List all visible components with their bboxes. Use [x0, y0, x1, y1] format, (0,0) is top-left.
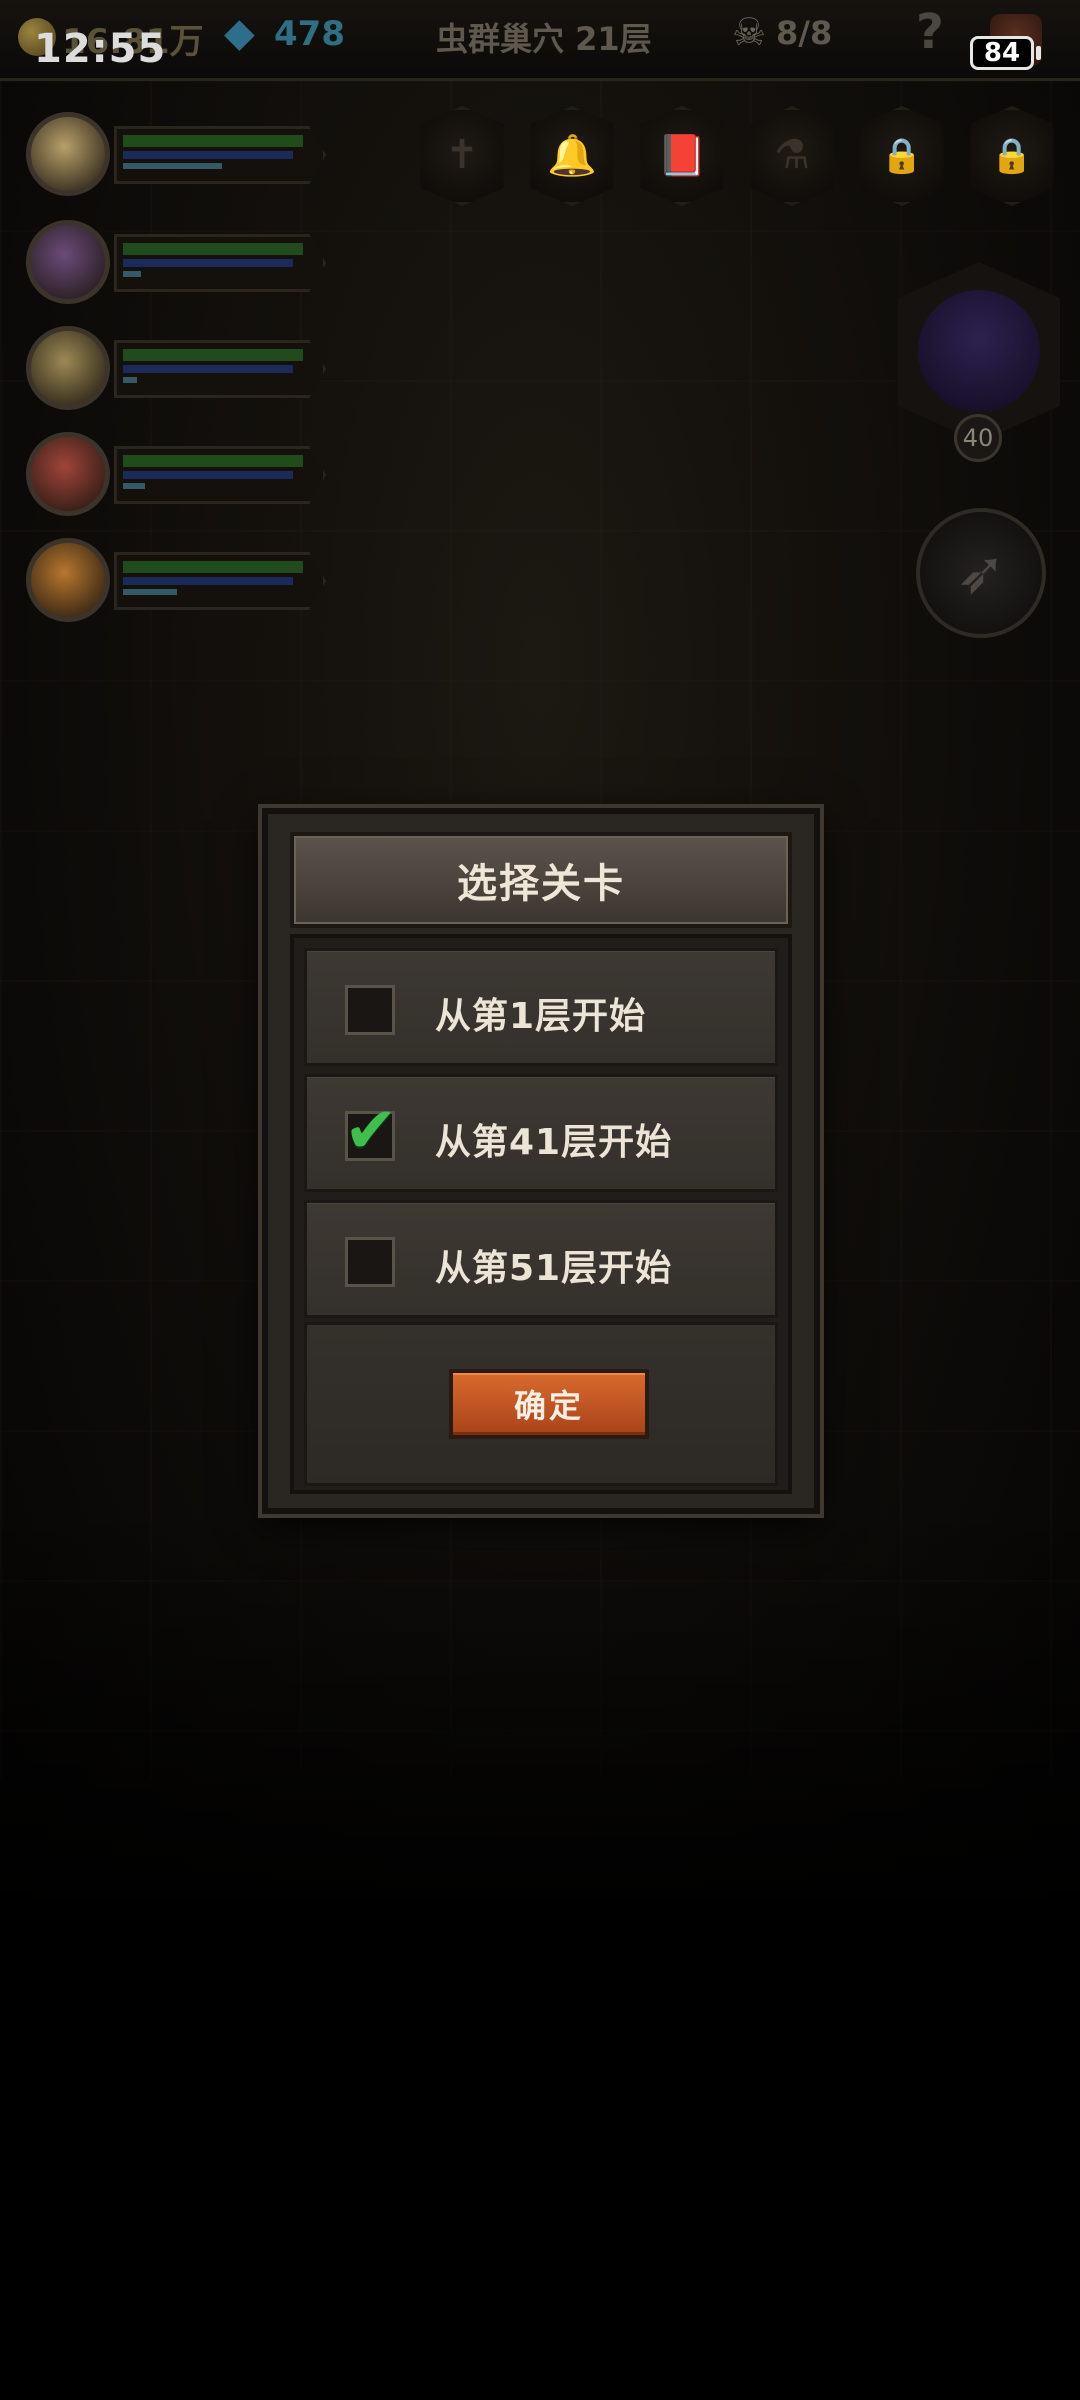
potion-icon: ⚗: [774, 132, 810, 178]
cross-icon: ✝: [445, 132, 479, 178]
hero-bars: [114, 126, 326, 184]
health-bar: [123, 243, 303, 255]
option-label: 从第51层开始: [435, 1248, 673, 1289]
health-bar: [123, 135, 303, 147]
hero-bars: [114, 234, 326, 292]
mana-bar: [123, 471, 293, 479]
checkbox-floor-51[interactable]: [345, 1237, 395, 1287]
health-bar: [123, 349, 303, 361]
option-label: 从第41层开始: [435, 1122, 673, 1163]
hero-avatar: [26, 538, 110, 622]
skull-icon: ☠: [732, 10, 767, 54]
option-floor-1[interactable]: 从第1层开始: [304, 948, 778, 1066]
hero-avatar: [26, 220, 110, 304]
health-bar: [123, 561, 303, 573]
check-icon: ✔: [344, 1094, 398, 1168]
battery-tip: [1036, 46, 1041, 60]
help-icon[interactable]: ?: [916, 4, 944, 60]
checkbox-floor-1[interactable]: [345, 985, 395, 1035]
confirm-button[interactable]: 确定: [449, 1369, 649, 1439]
skill-slot[interactable]: 🔔: [530, 106, 614, 206]
experience-bar: [123, 271, 141, 277]
skill-slot[interactable]: 🔒: [860, 106, 944, 206]
boss-avatar: [918, 290, 1040, 412]
hero-panel[interactable]: [18, 216, 328, 312]
skill-slot[interactable]: ⚗: [750, 106, 834, 206]
hero-avatar: [26, 432, 110, 516]
book-icon: 📕: [657, 133, 707, 179]
kill-counter: 8/8: [776, 14, 833, 52]
lock-icon: 🔒: [880, 136, 924, 176]
hero-avatar: [26, 112, 110, 196]
skill-slot[interactable]: ✝: [420, 106, 504, 206]
mana-bar: [123, 577, 293, 585]
hero-panel[interactable]: [18, 322, 328, 418]
gem-count: 478: [274, 14, 345, 54]
experience-bar: [123, 377, 137, 383]
gem-icon: ◆: [224, 10, 255, 56]
battery-icon: 84: [970, 36, 1034, 70]
dialog-body: 从第1层开始 ✔ 从第41层开始 从第51层开始 确定: [290, 934, 792, 1494]
option-label: 从第1层开始: [435, 996, 647, 1037]
skill-slot[interactable]: 📕: [640, 106, 724, 206]
status-bar-time: 12:55: [34, 26, 167, 72]
scene-fade: [0, 1500, 1080, 2000]
dialog-header: 选择关卡: [290, 832, 792, 928]
floor-title: 虫群巢穴 21层: [436, 20, 652, 58]
hero-panel[interactable]: [18, 428, 328, 524]
mana-bar: [123, 365, 293, 373]
lock-icon: 🔒: [990, 136, 1034, 176]
checkbox-floor-41[interactable]: ✔: [344, 1094, 398, 1168]
option-floor-51[interactable]: 从第51层开始: [304, 1200, 778, 1318]
crow-button[interactable]: ➶: [916, 508, 1046, 638]
experience-bar: [123, 163, 222, 169]
boss-level-badge: 40: [954, 414, 1002, 462]
health-bar: [123, 455, 303, 467]
hero-panel[interactable]: [18, 534, 328, 630]
hero-bars: [114, 552, 326, 610]
dialog-footer: 确定: [304, 1322, 778, 1486]
hero-bars: [114, 446, 326, 504]
experience-bar: [123, 483, 145, 489]
mana-bar: [123, 151, 293, 159]
dialog-title: 选择关卡: [457, 861, 625, 907]
option-floor-41[interactable]: ✔ 从第41层开始: [304, 1074, 778, 1192]
bell-icon: 🔔: [547, 133, 597, 179]
crow-icon: ➶: [955, 538, 1007, 608]
hero-bars: [114, 340, 326, 398]
hero-panel[interactable]: [18, 108, 328, 204]
skill-slot[interactable]: 🔒: [970, 106, 1054, 206]
select-stage-dialog: 选择关卡 从第1层开始 ✔ 从第41层开始 从第51层开始 确定: [262, 808, 820, 1514]
experience-bar: [123, 589, 177, 595]
mana-bar: [123, 259, 293, 267]
hero-avatar: [26, 326, 110, 410]
